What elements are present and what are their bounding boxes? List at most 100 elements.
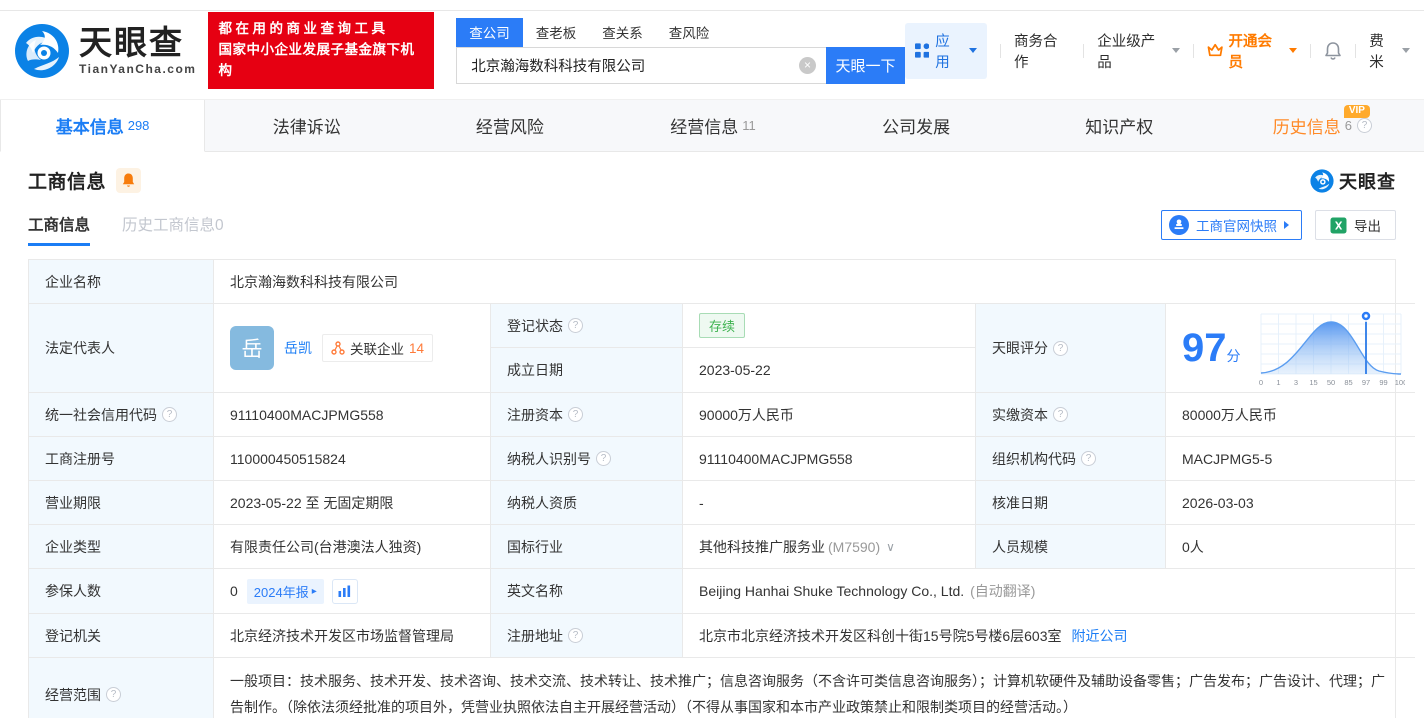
tab-operation-info[interactable]: 经营信息 11	[611, 100, 814, 151]
establish-date-label: 成立日期	[491, 348, 683, 392]
search-tab-company[interactable]: 查公司	[456, 18, 523, 47]
monitor-bell-button[interactable]	[116, 168, 141, 193]
search-tabs: 查公司 查老板 查关系 查风险	[456, 18, 905, 47]
chart-x-ticks: 0 1 3 15 50 85 97 99 100	[1258, 378, 1404, 387]
open-vip-label: 开通会员	[1228, 30, 1284, 72]
divider	[1000, 44, 1001, 58]
subtab-business-info[interactable]: 工商信息	[28, 213, 90, 246]
username: 费米	[1369, 30, 1397, 72]
establish-date-value: 2023-05-22	[683, 348, 975, 392]
help-icon[interactable]: ?	[596, 451, 611, 466]
tab-history-info[interactable]: VIP 历史信息 6 ?	[1221, 100, 1424, 151]
business-scope-value: 一般项目：技术服务、技术开发、技术咨询、技术交流、技术转让、技术推广；信息咨询服…	[214, 658, 1415, 718]
score-number: 97	[1182, 326, 1227, 370]
svg-text:85: 85	[1344, 378, 1352, 387]
brand-slogan: 都在用的商业查询工具 国家中小企业发展子基金旗下机构	[208, 12, 434, 89]
search-tab-boss[interactable]: 查老板	[523, 18, 590, 47]
open-vip-menu[interactable]: 开通会员	[1207, 30, 1297, 72]
uscc-label-text: 统一社会信用代码	[45, 405, 157, 425]
business-term-value: 2023-05-22 至 无固定期限	[214, 481, 491, 525]
tab-label: 基本信息	[56, 113, 124, 138]
auto-translate-note: (自动翻译)	[970, 581, 1035, 601]
legal-rep-label: 法定代表人	[29, 304, 214, 393]
subtab-history-business-info[interactable]: 历史工商信息0	[122, 213, 224, 246]
english-name-label: 英文名称	[491, 569, 683, 614]
related-companies-count: 14	[409, 341, 424, 356]
industry-label: 国标行业	[491, 525, 683, 569]
tab-label: 公司发展	[882, 113, 950, 138]
svg-text:99: 99	[1379, 378, 1387, 387]
registered-address-value: 北京市北京经济技术开发区科创十街15号院5号楼6层603室 附近公司	[683, 614, 1415, 658]
brand-name: 天眼查	[79, 26, 196, 59]
tab-operation-risk[interactable]: 经营风险	[408, 100, 611, 151]
divider	[1355, 44, 1356, 58]
address-text: 北京市北京经济技术开发区科创十街15号院5号楼6层603室	[699, 626, 1062, 646]
search-tab-risk[interactable]: 查风险	[656, 18, 723, 47]
insured-trend-button[interactable]	[332, 579, 358, 604]
paid-capital-label-text: 实缴资本	[992, 405, 1048, 425]
tab-legal-litigation[interactable]: 法律诉讼	[205, 100, 408, 151]
chevron-down-icon[interactable]: ∨	[886, 540, 895, 554]
help-icon[interactable]: ?	[1357, 118, 1372, 133]
help-icon[interactable]: ?	[162, 407, 177, 422]
section-title: 工商信息	[28, 167, 106, 194]
insured-number: 0	[230, 583, 238, 599]
enterprise-products-menu[interactable]: 企业级产品	[1097, 30, 1180, 72]
apps-label: 应用	[935, 30, 963, 72]
official-snapshot-label: 工商官网快照	[1196, 215, 1277, 235]
tab-count: 6	[1345, 118, 1352, 133]
uscc-label: 统一社会信用代码 ?	[29, 393, 214, 437]
help-icon[interactable]: ?	[1081, 451, 1096, 466]
reg-status-label-text: 登记状态	[507, 316, 563, 336]
taxpayer-id-value: 91110400MACJPMG558	[683, 437, 976, 481]
search-input[interactable]	[457, 57, 799, 73]
tab-basic-info[interactable]: 基本信息 298	[0, 100, 205, 152]
tab-company-development[interactable]: 公司发展	[815, 100, 1018, 151]
stamp-icon	[1169, 215, 1189, 235]
tianyancha-company-page: 天眼查 TianYanCha.com 都在用的商业查询工具 国家中小企业发展子基…	[0, 0, 1424, 718]
help-icon[interactable]: ?	[568, 628, 583, 643]
score-distribution-chart: 0 1 3 15 50 85 97 99 100	[1253, 308, 1405, 388]
industry-name: 其他科技推广服务业	[699, 537, 825, 557]
tab-label: 法律诉讼	[273, 113, 341, 138]
annual-report-label: 2024年报	[254, 582, 309, 601]
watermark-logo: 天眼查	[1310, 168, 1396, 194]
uscc-value: 91110400MACJPMG558	[214, 393, 491, 437]
excel-icon	[1330, 217, 1347, 234]
user-menu[interactable]: 费米	[1369, 30, 1410, 72]
reg-capital-label-text: 注册资本	[507, 405, 563, 425]
related-companies-badge[interactable]: 关联企业 14	[322, 334, 433, 362]
apps-menu[interactable]: 应用	[905, 23, 987, 79]
clear-search-icon[interactable]: ×	[799, 57, 816, 74]
arrow-right-icon	[1284, 221, 1289, 229]
approve-date-label: 核准日期	[976, 481, 1166, 525]
legal-rep-name-link[interactable]: 岳凯	[284, 338, 312, 358]
search-tab-relation[interactable]: 查关系	[589, 18, 656, 47]
org-code-label: 组织机构代码 ?	[976, 437, 1166, 481]
tab-intellectual-property[interactable]: 知识产权	[1018, 100, 1221, 151]
legal-rep-avatar[interactable]: 岳	[230, 326, 274, 370]
tianyancha-logo[interactable]: 天眼查 TianYanCha.com	[14, 23, 196, 79]
help-icon[interactable]: ?	[568, 318, 583, 333]
help-icon[interactable]: ?	[1053, 341, 1068, 356]
enterprise-products-label: 企业级产品	[1097, 30, 1167, 72]
help-icon[interactable]: ?	[106, 687, 121, 702]
company-type-label: 企业类型	[29, 525, 214, 569]
help-icon[interactable]: ?	[568, 407, 583, 422]
taxpayer-id-label: 纳税人识别号 ?	[491, 437, 683, 481]
search-button[interactable]: 天眼一下	[826, 47, 905, 84]
business-term-label: 营业期限	[29, 481, 214, 525]
business-cooperation-link[interactable]: 商务合作	[1014, 30, 1070, 72]
reg-capital-label: 注册资本 ?	[491, 393, 683, 437]
bell-icon	[1324, 41, 1342, 60]
help-icon[interactable]: ?	[1053, 407, 1068, 422]
reg-no-label: 工商注册号	[29, 437, 214, 481]
official-snapshot-button[interactable]: 工商官网快照	[1161, 210, 1302, 240]
annual-report-chip[interactable]: 2024年报 ▸	[247, 579, 324, 604]
notifications-button[interactable]	[1324, 41, 1342, 60]
nearby-companies-link[interactable]: 附近公司	[1072, 626, 1128, 646]
export-button[interactable]: 导出	[1315, 210, 1396, 240]
business-scope-label-text: 经营范围	[45, 685, 101, 705]
chevron-down-icon	[1172, 48, 1180, 53]
reg-status-label: 登记状态 ?	[491, 304, 683, 348]
